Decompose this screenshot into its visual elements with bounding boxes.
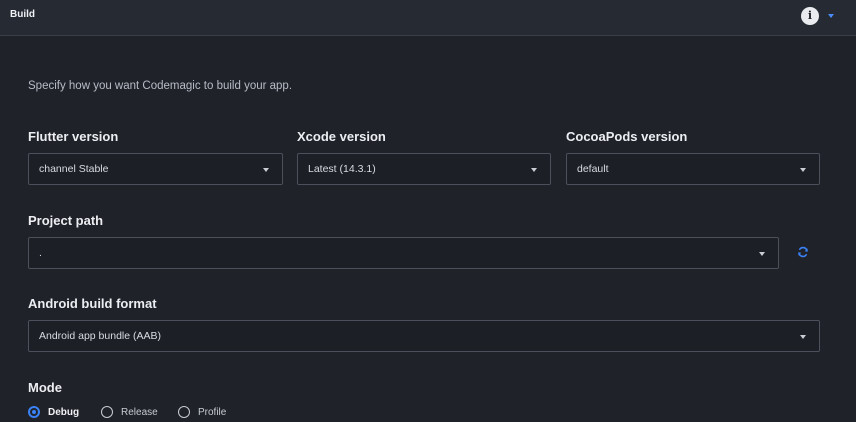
radio-checked-icon	[28, 406, 40, 418]
section-description: Specify how you want Codemagic to build …	[28, 80, 293, 92]
flutter-version-select[interactable]: channel Stable	[28, 153, 283, 185]
mode-option-label: Profile	[198, 407, 227, 418]
section-header[interactable]: Build i	[0, 0, 856, 36]
mode-option-label: Release	[121, 407, 158, 418]
section-title: Build	[10, 9, 35, 20]
chevron-down-icon	[531, 168, 537, 172]
flutter-version-value: channel Stable	[39, 163, 109, 175]
mode-label: Mode	[28, 380, 62, 395]
mode-radio-profile[interactable]: Profile	[178, 405, 236, 421]
radio-unchecked-icon	[101, 406, 113, 418]
mode-option-label: Debug	[48, 407, 80, 418]
xcode-version-label: Xcode version	[297, 129, 386, 144]
cocoapods-version-value: default	[577, 163, 609, 175]
info-icon[interactable]: i	[801, 7, 819, 25]
android-build-format-value: Android app bundle (AAB)	[39, 330, 161, 342]
project-path-select[interactable]: .	[28, 237, 779, 269]
cocoapods-version-select[interactable]: default	[566, 153, 820, 185]
build-settings-panel: Build i Specify how you want Codemagic t…	[0, 0, 856, 422]
radio-unchecked-icon	[178, 406, 190, 418]
chevron-down-icon	[759, 252, 765, 256]
chevron-down-icon	[263, 168, 269, 172]
android-build-format-select[interactable]: Android app bundle (AAB)	[28, 320, 820, 352]
mode-radio-release[interactable]: Release	[101, 405, 163, 421]
chevron-down-icon	[800, 168, 806, 172]
xcode-version-value: Latest (14.3.1)	[308, 163, 376, 175]
mode-radio-debug[interactable]: Debug	[28, 405, 86, 421]
chevron-down-icon	[800, 335, 806, 339]
cocoapods-version-label: CocoaPods version	[566, 129, 688, 144]
collapse-chevron-icon[interactable]	[828, 14, 834, 18]
refresh-icon[interactable]	[797, 246, 809, 258]
project-path-value: .	[39, 247, 42, 259]
project-path-label: Project path	[28, 213, 104, 228]
xcode-version-select[interactable]: Latest (14.3.1)	[297, 153, 551, 185]
android-build-format-label: Android build format	[28, 296, 157, 311]
flutter-version-label: Flutter version	[28, 129, 119, 144]
